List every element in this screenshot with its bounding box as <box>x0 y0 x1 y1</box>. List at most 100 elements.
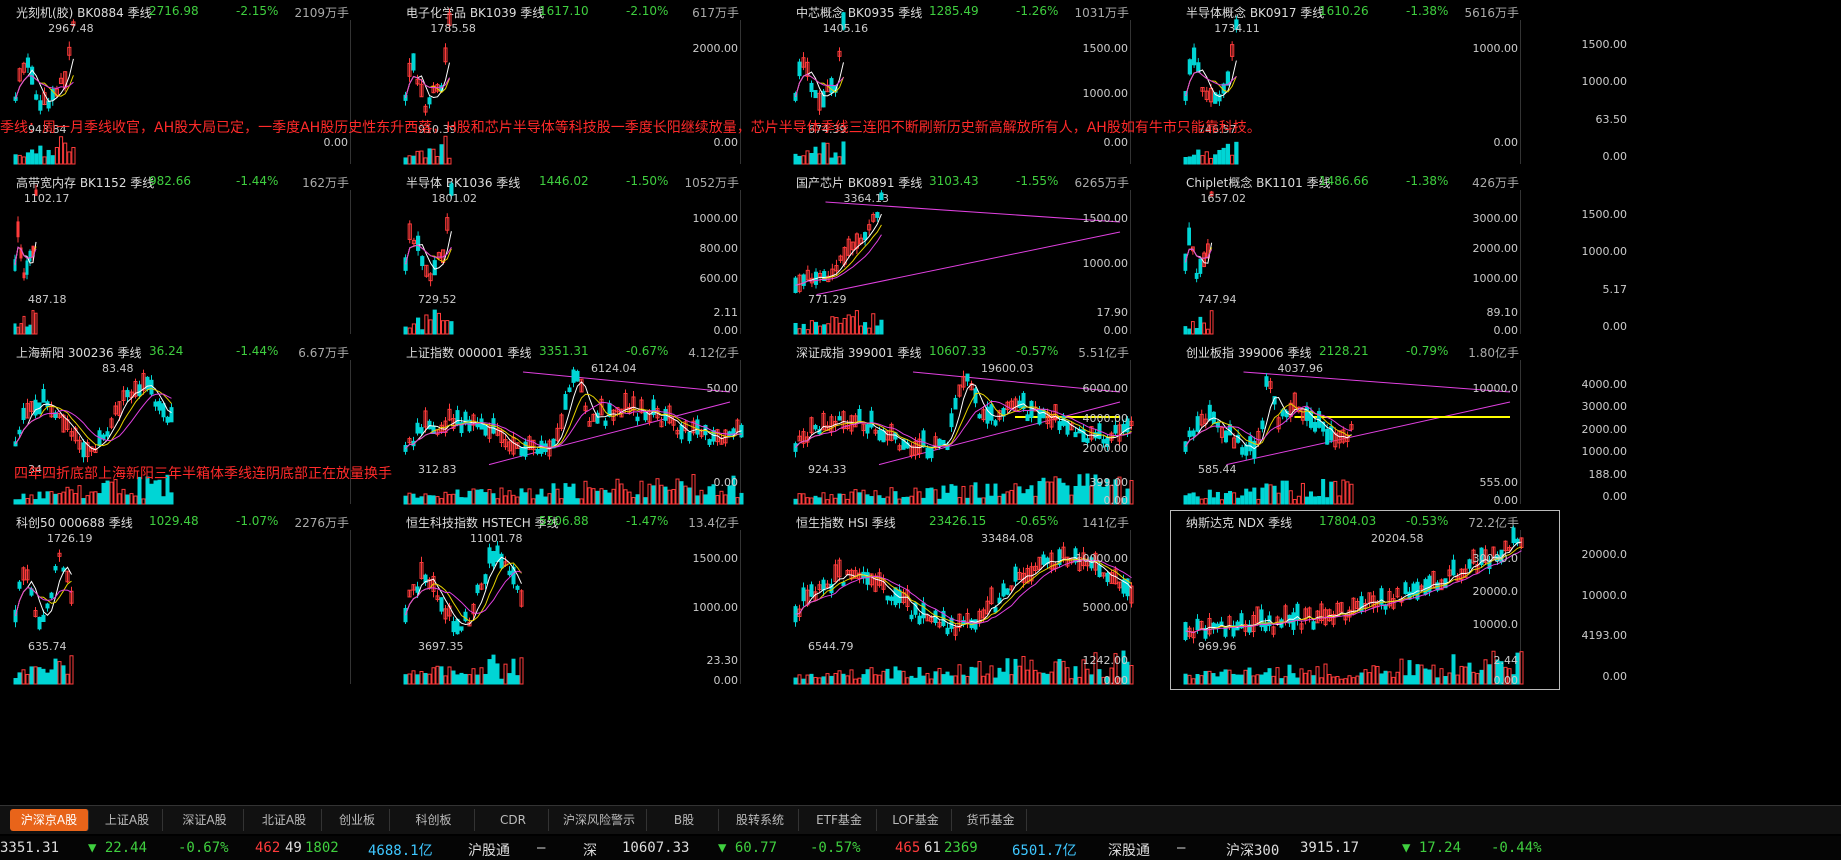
volume-bar <box>1057 478 1062 505</box>
volume-bar <box>423 157 428 165</box>
chart-panel-7[interactable]: Chiplet概念 BK1101 季线 1486.66 -1.38% 426万手 165… <box>1170 170 1560 340</box>
market-tab-0[interactable]: 沪深京A股 <box>10 809 89 831</box>
candle <box>1260 417 1265 433</box>
chart-panel-4[interactable]: 高带宽内存 BK1152 季线 982.66 -1.44% 162万手 1102.17 4… <box>0 170 390 340</box>
volume-bar <box>1225 143 1231 165</box>
volume-bar <box>415 497 420 505</box>
chart-panel-13[interactable]: 恒生科技指数 HSTECH 季线 5506.88 -1.47% 13.4亿手 11001… <box>390 510 780 690</box>
candle <box>407 220 412 244</box>
candle <box>1367 592 1372 608</box>
market-tab-3[interactable]: 北证A股 <box>247 809 322 831</box>
volume-bar <box>415 674 420 685</box>
price-axis-tick: 2000.00 <box>1472 242 1519 256</box>
volume-bar <box>431 495 436 505</box>
price-axis-tick: 20000.0 <box>1472 584 1519 598</box>
volume-axis-tick: 0.00 <box>1103 674 1129 687</box>
chart-panel-11[interactable]: 创业板指 399006 季线 2128.21 -0.79% 1.80亿手 4037.96… <box>1170 340 1560 510</box>
volume-bar <box>1291 673 1296 685</box>
volume-bar <box>1211 673 1216 685</box>
market-tab-10[interactable]: ETF基金 <box>802 809 877 831</box>
volume-bar <box>415 150 420 165</box>
volume-axis-tick: 399.00 <box>1089 476 1129 489</box>
volume-bar <box>1017 665 1022 685</box>
candle <box>869 406 874 430</box>
market-tab-11[interactable]: LOF基金 <box>880 809 952 831</box>
volume-bar <box>1217 149 1222 165</box>
volume-bar <box>97 493 102 505</box>
price-axis-tick: 30000.0 <box>1472 552 1519 565</box>
candle <box>45 602 50 612</box>
low-label: 747.94 <box>1198 292 1237 306</box>
chart-panel-1[interactable]: 电子化学品 BK1039 季线 1617.10 -2.10% 617万手 1785.58… <box>390 0 780 170</box>
volume-bar <box>913 487 918 505</box>
market-tab-4[interactable]: 创业板 <box>325 809 390 831</box>
volume-bar <box>973 482 978 505</box>
chart-panel-12[interactable]: 科创50 000688 季线 1029.48 -1.07% 2276万手 1726.19… <box>0 510 390 690</box>
chart-panel-10[interactable]: 深证成指 399001 季线 10607.33 -0.57% 5.51亿手 19600.… <box>780 340 1170 510</box>
candle <box>1313 417 1318 434</box>
volume-bar <box>1339 678 1344 685</box>
market-tab-1[interactable]: 上证A股 <box>92 809 163 831</box>
low-label: 969.96 <box>1198 640 1237 654</box>
candle <box>965 373 970 387</box>
hgt-label[interactable]: 沪股通 <box>468 840 510 860</box>
volume-bar <box>1308 491 1314 505</box>
volume-bar <box>407 673 412 685</box>
market-tab-9[interactable]: 股转系统 <box>722 809 799 831</box>
candle <box>22 268 26 281</box>
candle <box>1117 581 1122 592</box>
candle <box>881 574 886 594</box>
volume-bar <box>443 491 448 505</box>
candle <box>1243 620 1248 637</box>
candle <box>435 590 440 602</box>
volume-bar <box>1005 491 1010 505</box>
chart-panel-0[interactable]: 光刻机(胶) BK0884 季线 2716.98 -2.15% 2109万手 2967.… <box>0 0 390 170</box>
volume-bar <box>117 493 122 505</box>
volume-bar <box>981 497 986 505</box>
market-tab-12[interactable]: 货币基金 <box>955 809 1027 831</box>
volume-bar <box>969 485 974 505</box>
chart-panel-8[interactable]: 上海新阳 300236 季线 36.24 -1.44% 6.67万手 83.48 34 <box>0 340 390 510</box>
market-tab-2[interactable]: 深证A股 <box>166 809 244 831</box>
market-tab-8[interactable]: B股 <box>650 809 719 831</box>
candle <box>949 408 954 432</box>
volume-bar <box>861 674 866 685</box>
volume-bar <box>1451 654 1456 685</box>
volume-bar <box>403 326 408 335</box>
volume-bar <box>539 488 544 505</box>
chart-panel-15[interactable]: 纳斯达克 NDX 季线 17804.03 -0.53% 72.2亿手 20204.58 9… <box>1170 510 1560 690</box>
candle <box>735 418 740 433</box>
volume-bar <box>1243 669 1248 685</box>
market-tab-5[interactable]: 科创板 <box>393 809 475 831</box>
sz-flat-count: 61 <box>924 840 941 856</box>
candle <box>77 436 82 454</box>
index-status-bar: 3351.31 ▼ 22.44 -0.67% 462 49 1802 4688.… <box>0 836 1841 860</box>
volume-bar <box>854 310 859 335</box>
volume-bar <box>867 327 872 335</box>
chart-panel-2[interactable]: 中芯概念 BK0935 季线 1285.49 -1.26% 1031万手 1405.16… <box>780 0 1170 170</box>
volume-bar <box>411 323 417 335</box>
chart-panel-3[interactable]: 半导体概念 BK0917 季线 1610.26 -1.38% 5616万手 1734.1… <box>1170 0 1560 170</box>
volume-bar <box>42 156 47 165</box>
high-label: 1801.02 <box>431 192 478 205</box>
volume-bar <box>1287 664 1292 685</box>
market-tab-7[interactable]: 沪深风险警示 <box>552 809 647 831</box>
volume-bar <box>531 498 536 505</box>
candle <box>687 431 692 444</box>
volume-bar <box>21 669 26 685</box>
market-tab-6[interactable]: CDR <box>478 809 549 831</box>
chart-panel-6[interactable]: 国产芯片 BK0891 季线 3103.43 -1.55% 6265万手 3364.13… <box>780 170 1170 340</box>
volume-bar <box>1411 675 1416 685</box>
candle <box>121 386 126 406</box>
candle <box>1223 430 1229 444</box>
chart-panel-14[interactable]: 恒生指数 HSI 季线 23426.15 -0.65% 141亿手 33484.08 65… <box>780 510 1170 690</box>
volume-bar <box>881 670 886 685</box>
sgt-label[interactable]: 深股通 <box>1108 840 1150 860</box>
chart-panel-9[interactable]: 上证指数 000001 季线 3351.31 -0.67% 4.12亿手 6124.04… <box>390 340 780 510</box>
volume-bar <box>21 156 26 165</box>
volume-bar <box>595 490 600 505</box>
chart-panel-5[interactable]: 半导体 BK1036 季线 1446.02 -1.50% 1052万手 1801.02 7… <box>390 170 780 340</box>
volume-bar <box>1317 496 1322 505</box>
candle <box>1231 620 1236 639</box>
candle <box>1187 58 1192 76</box>
